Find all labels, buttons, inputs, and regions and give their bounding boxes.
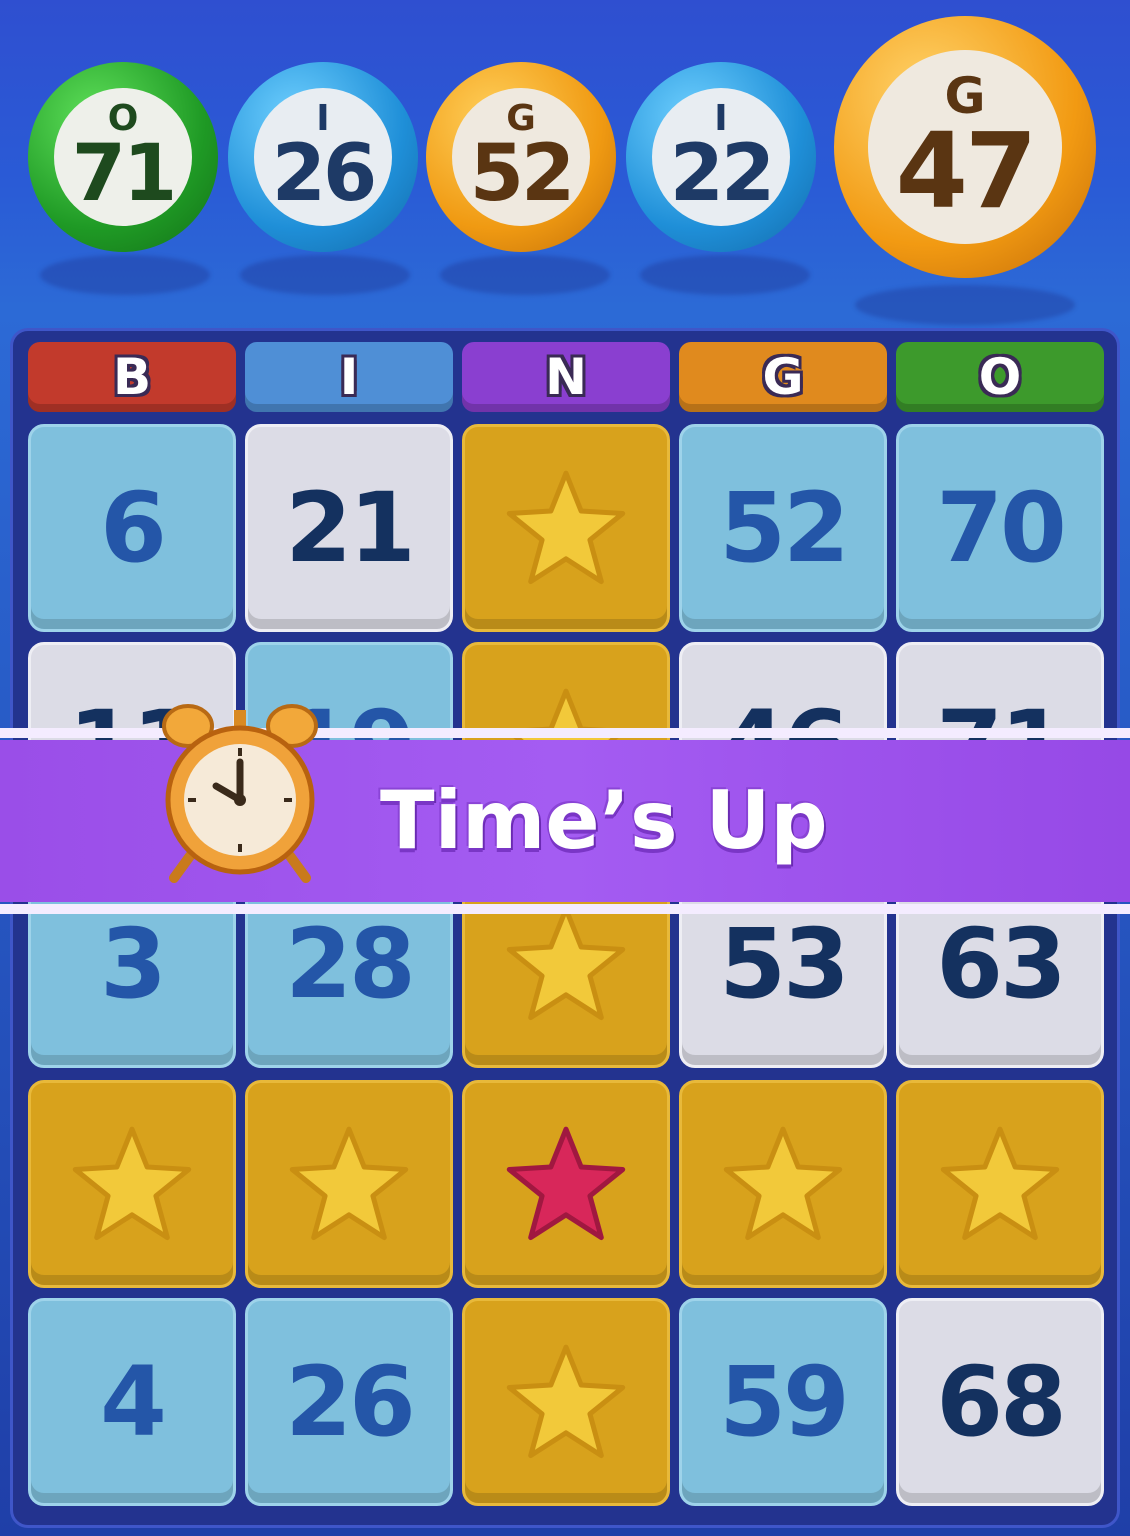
star-icon xyxy=(506,1344,626,1459)
bingo-cell[interactable]: 68 xyxy=(896,1298,1104,1506)
bingo-cell-marked[interactable] xyxy=(679,1080,887,1288)
ball-number: 71 xyxy=(71,129,178,219)
ball-shadow xyxy=(240,255,410,295)
banner-text: Time’s Up xyxy=(380,774,828,867)
bingo-cell[interactable]: 52 xyxy=(679,424,887,632)
bingo-cell-free[interactable] xyxy=(462,1080,670,1288)
ball-shadow xyxy=(855,285,1075,325)
bingo-cell[interactable]: 6 xyxy=(28,424,236,632)
ball-shadow xyxy=(440,255,610,295)
column-header-o: O xyxy=(896,342,1104,412)
ball-number: 26 xyxy=(271,129,378,219)
column-header-g: G xyxy=(679,342,887,412)
current-ball: G 47 xyxy=(834,16,1096,278)
star-icon xyxy=(289,1126,409,1241)
ball-number: 52 xyxy=(469,129,576,219)
star-icon xyxy=(506,906,626,1021)
ball-number: 47 xyxy=(895,110,1038,232)
bingo-cell[interactable]: 21 xyxy=(245,424,453,632)
alarm-clock-icon xyxy=(162,704,318,883)
bingo-cell[interactable]: 70 xyxy=(896,424,1104,632)
bingo-cell-marked[interactable] xyxy=(28,1080,236,1288)
bingo-cell[interactable]: 59 xyxy=(679,1298,887,1506)
bingo-cell-marked[interactable] xyxy=(245,1080,453,1288)
column-header-b: B xyxy=(28,342,236,412)
bingo-cell-marked[interactable] xyxy=(462,1298,670,1506)
called-ball-1: O 71 xyxy=(28,62,218,252)
star-icon xyxy=(940,1126,1060,1241)
star-icon xyxy=(506,470,626,585)
called-ball-2: I 26 xyxy=(228,62,418,252)
times-up-banner: Time’s Up xyxy=(0,704,1130,916)
star-icon xyxy=(723,1126,843,1241)
called-ball-4: I 22 xyxy=(626,62,816,252)
called-ball-3: G 52 xyxy=(426,62,616,252)
banner-bottom-line xyxy=(0,904,1130,914)
ball-number: 22 xyxy=(669,129,776,219)
column-header-i: I xyxy=(245,342,453,412)
bingo-cell[interactable]: 4 xyxy=(28,1298,236,1506)
ball-shadow xyxy=(40,255,210,295)
ball-shadow xyxy=(640,255,810,295)
red-star-icon xyxy=(506,1126,626,1241)
column-header-n: N xyxy=(462,342,670,412)
star-icon xyxy=(72,1126,192,1241)
bingo-cell-marked[interactable] xyxy=(462,424,670,632)
bingo-cell[interactable]: 26 xyxy=(245,1298,453,1506)
bingo-cell-marked[interactable] xyxy=(896,1080,1104,1288)
